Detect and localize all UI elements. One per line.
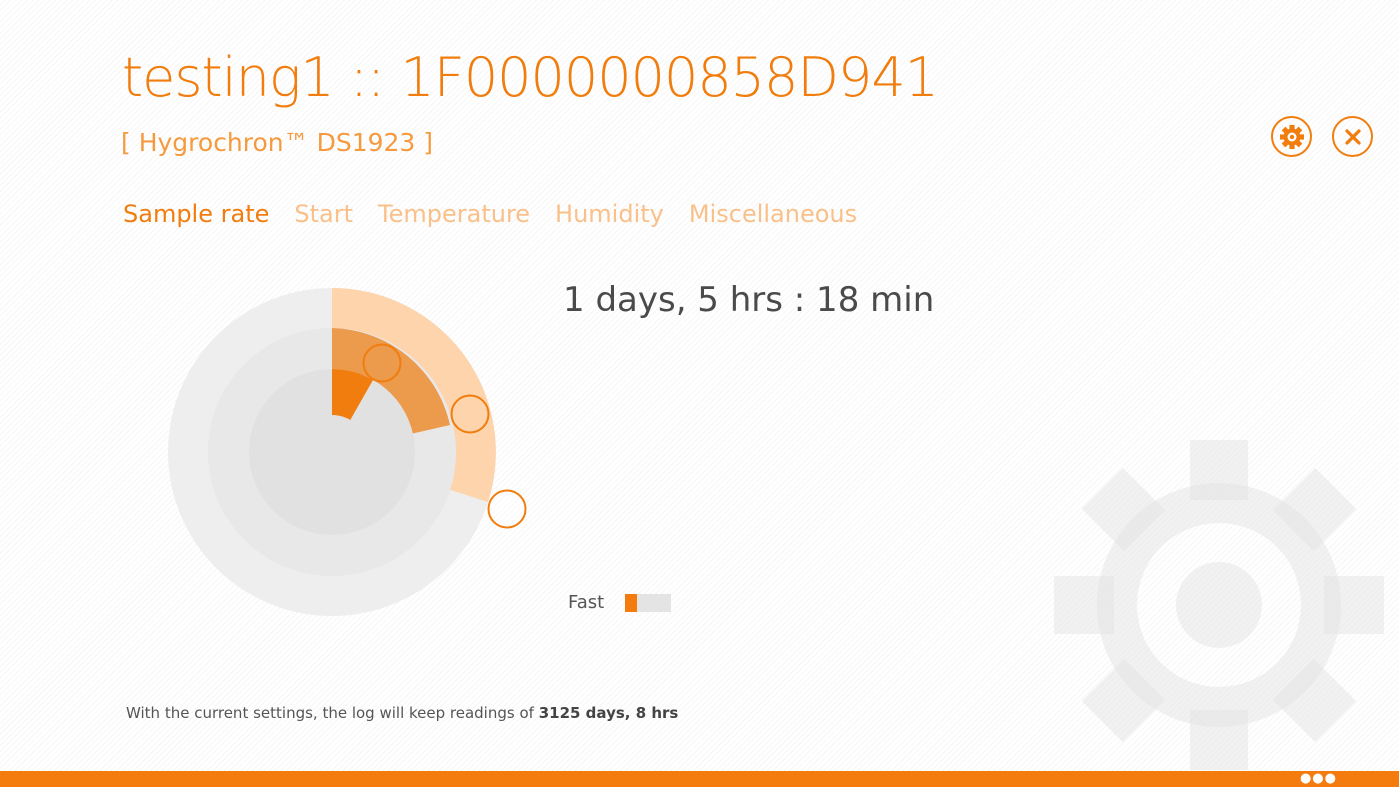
dial-handle-days[interactable]	[487, 489, 527, 529]
log-capacity-value: 3125 days, 8 hrs	[538, 704, 679, 722]
settings-button[interactable]	[1271, 116, 1312, 157]
background-gear-icon	[1054, 440, 1384, 770]
log-capacity-prefix: With the current settings, the log will …	[126, 704, 534, 722]
gear-icon	[1279, 124, 1304, 149]
speed-label: Fast	[568, 592, 605, 613]
app-bar: ●●●	[0, 771, 1399, 787]
speed-bar-fill	[625, 593, 637, 612]
tab-temperature[interactable]: Temperature	[378, 200, 530, 228]
tab-sample-rate[interactable]: Sample rate	[123, 200, 269, 228]
close-button[interactable]	[1332, 116, 1373, 157]
dial-inner-hub	[295, 415, 369, 489]
tab-miscellaneous[interactable]: Miscellaneous	[689, 200, 857, 228]
tab-bar: Sample rate Start Temperature Humidity M…	[123, 200, 857, 228]
speed-bar	[625, 593, 672, 612]
page-title: testing1 :: 1F0000000858D941	[122, 46, 939, 109]
speed-indicator: Fast	[568, 592, 672, 613]
tab-humidity[interactable]: Humidity	[555, 200, 664, 228]
log-capacity-text: With the current settings, the log will …	[126, 704, 678, 722]
sample-rate-dial[interactable]	[168, 288, 538, 618]
sample-rate-value: 1 days, 5 hrs : 18 min	[563, 280, 935, 320]
close-icon	[1344, 128, 1361, 145]
device-model: [ Hygrochron™ DS1923 ]	[121, 128, 434, 157]
more-options-icon[interactable]: ●●●	[1300, 772, 1337, 786]
tab-start[interactable]: Start	[294, 200, 353, 228]
